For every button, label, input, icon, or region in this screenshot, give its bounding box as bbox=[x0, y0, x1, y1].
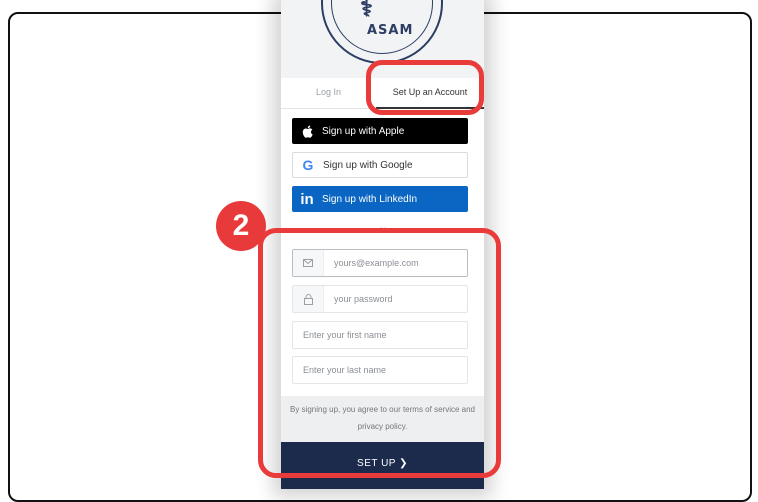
step-badge: 2 bbox=[216, 201, 266, 251]
linkedin-signup-button[interactable]: in Sign up with LinkedIn bbox=[292, 186, 468, 212]
or-divider: or bbox=[378, 225, 387, 234]
first-name-field bbox=[292, 321, 468, 349]
logo-area: ⚕ ASAM bbox=[281, 0, 484, 78]
setup-button[interactable]: SET UP ❯ bbox=[281, 442, 484, 489]
apple-icon bbox=[292, 125, 322, 138]
google-icon: G bbox=[302, 157, 314, 173]
tab-login[interactable]: Log In bbox=[281, 78, 376, 108]
caduceus-icon: ⚕ bbox=[360, 0, 373, 22]
logo-text: ASAM bbox=[367, 23, 414, 38]
password-field bbox=[292, 285, 468, 313]
last-name-field bbox=[292, 356, 468, 384]
last-name-input[interactable] bbox=[293, 357, 467, 383]
active-tab-underline bbox=[376, 107, 484, 109]
email-field bbox=[292, 249, 468, 277]
terms-notice: By signing up, you agree to our terms of… bbox=[281, 396, 484, 442]
linkedin-icon: in bbox=[300, 190, 314, 208]
tab-signup-label: Set Up an Account bbox=[392, 87, 468, 97]
email-input[interactable] bbox=[324, 250, 467, 276]
first-name-input[interactable] bbox=[293, 322, 467, 348]
apple-signup-label: Sign up with Apple bbox=[322, 125, 405, 137]
signup-panel: ⚕ ASAM Log In Set Up an Account Sign up … bbox=[281, 0, 484, 489]
envelope-icon bbox=[293, 250, 324, 276]
apple-signup-button[interactable]: Sign up with Apple bbox=[292, 118, 468, 144]
google-signup-button[interactable]: G Sign up with Google bbox=[292, 152, 468, 178]
lock-icon bbox=[293, 286, 324, 312]
auth-tabs: Log In Set Up an Account bbox=[281, 78, 484, 109]
google-signup-label: Sign up with Google bbox=[323, 159, 413, 171]
password-input[interactable] bbox=[324, 286, 467, 312]
asam-logo: ⚕ ASAM bbox=[321, 0, 443, 64]
linkedin-signup-label: Sign up with LinkedIn bbox=[322, 193, 418, 205]
tab-signup[interactable]: Set Up an Account bbox=[376, 78, 484, 109]
